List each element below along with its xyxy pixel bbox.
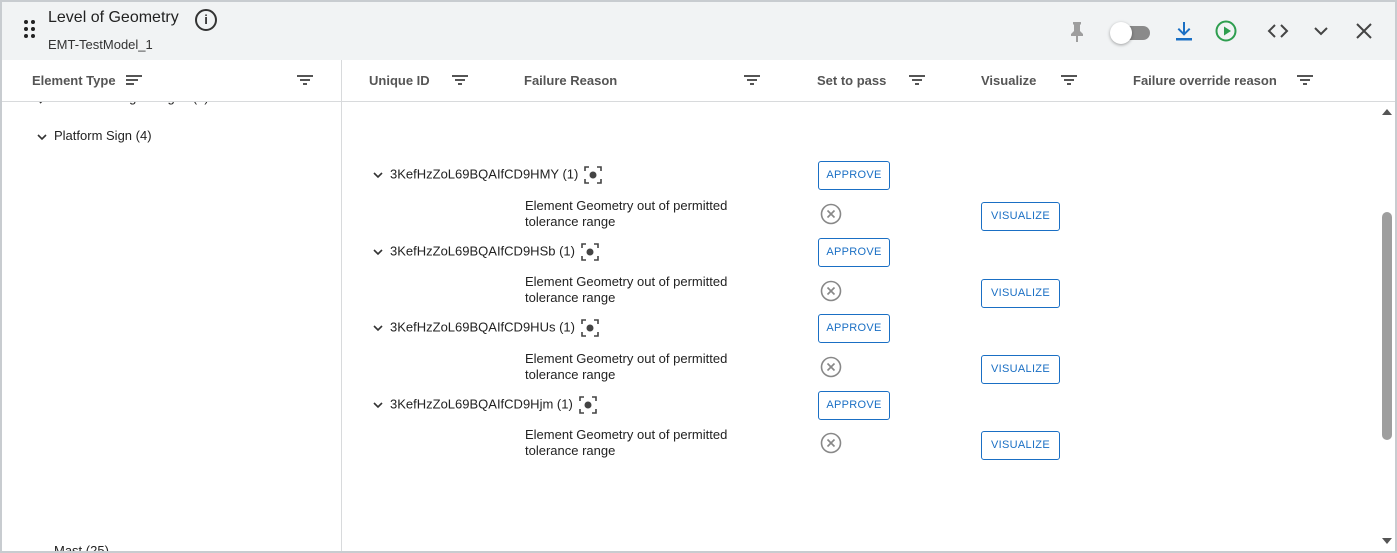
chevron-down-icon[interactable] <box>372 322 384 334</box>
sort-icon[interactable] <box>126 74 142 86</box>
unique-id-group[interactable]: 3KefHzZoL69BQAIfCD9HSb (1) <box>372 243 599 261</box>
info-icon[interactable]: i <box>195 9 217 31</box>
column-visualize[interactable]: Visualize <box>981 73 1036 88</box>
filter-icon[interactable] <box>1297 74 1313 86</box>
unique-id-group[interactable]: 3KefHzZoL69BQAIfCD9HMY (1) <box>372 166 603 184</box>
failure-reason-text: Element Geometry out of permitted tolera… <box>525 274 728 305</box>
download-icon[interactable] <box>1172 19 1196 43</box>
column-divider <box>341 60 342 551</box>
code-icon[interactable] <box>1266 19 1290 43</box>
model-name: EMT-TestModel_1 <box>48 37 153 52</box>
failure-reason-text: Element Geometry out of permitted tolera… <box>525 427 728 458</box>
approve-button[interactable]: APPROVE <box>818 314 890 343</box>
column-element-type[interactable]: Element Type <box>32 73 116 88</box>
close-circle-icon[interactable] <box>820 432 842 454</box>
chevron-down-icon[interactable] <box>372 246 384 258</box>
filter-icon[interactable] <box>297 74 313 86</box>
run-icon[interactable] <box>1214 19 1238 43</box>
column-header-row: Element Type Unique ID Failure Reason Se… <box>2 60 1395 102</box>
close-icon[interactable] <box>1352 19 1376 43</box>
column-set-to-pass[interactable]: Set to pass <box>817 73 886 88</box>
approve-button[interactable]: APPROVE <box>818 391 890 420</box>
filter-icon[interactable] <box>1061 74 1077 86</box>
toggle-switch[interactable] <box>1110 22 1152 44</box>
unique-id-group[interactable]: 3KefHzZoL69BQAIfCD9HUs (1) <box>372 319 599 337</box>
close-circle-icon[interactable] <box>820 356 842 378</box>
scroll-up-icon[interactable] <box>1382 108 1392 116</box>
unique-id-label: 3KefHzZoL69BQAIfCD9HMY (1) <box>390 166 579 182</box>
chevron-down-icon[interactable] <box>372 399 384 411</box>
failure-reason-text: Element Geometry out of permitted tolera… <box>525 351 728 382</box>
panel-header: Level of Geometry i EMT-TestModel_1 <box>2 2 1395 60</box>
column-failure-reason[interactable]: Failure Reason <box>524 73 617 88</box>
approve-button[interactable]: APPROVE <box>818 238 890 267</box>
filter-icon[interactable] <box>452 74 468 86</box>
pin-icon[interactable] <box>1065 19 1089 43</box>
unique-id-group[interactable]: 3KefHzZoL69BQAIfCD9Hjm (1) <box>372 396 597 414</box>
close-circle-icon[interactable] <box>820 280 842 302</box>
level-of-geometry-panel: Level of Geometry i EMT-TestModel_1 Elem… <box>0 0 1397 553</box>
visualize-button[interactable]: VISUALIZE <box>981 202 1060 231</box>
drag-handle-icon[interactable] <box>24 20 38 40</box>
chevron-down-icon <box>37 133 47 140</box>
chevron-down-icon[interactable] <box>372 169 384 181</box>
scroll-down-icon[interactable] <box>1382 537 1392 545</box>
scrollbar-thumb[interactable] <box>1382 212 1392 440</box>
column-unique-id[interactable]: Unique ID <box>369 73 430 88</box>
visualize-button[interactable]: VISUALIZE <box>981 279 1060 308</box>
tree-item-platform-sign[interactable]: Platform Sign (4) <box>36 128 152 143</box>
tree-item-label: Mast (25) <box>54 543 109 553</box>
unique-id-label: 3KefHzZoL69BQAIfCD9Hjm (1) <box>390 396 573 412</box>
visualize-button[interactable]: VISUALIZE <box>981 431 1060 460</box>
focus-icon[interactable] <box>584 166 603 184</box>
focus-icon[interactable] <box>581 319 599 337</box>
tree-item-label: Platform Sign (4) <box>54 128 152 143</box>
visualize-button[interactable]: VISUALIZE <box>981 355 1060 384</box>
chevron-down-icon[interactable] <box>1309 19 1333 43</box>
column-failure-override-reason[interactable]: Failure override reason <box>1133 73 1277 88</box>
focus-icon[interactable] <box>578 396 597 414</box>
filter-icon[interactable] <box>744 74 760 86</box>
focus-icon[interactable] <box>581 243 599 261</box>
unique-id-label: 3KefHzZoL69BQAIfCD9HUs (1) <box>390 319 575 335</box>
unique-id-label: 3KefHzZoL69BQAIfCD9HSb (1) <box>390 243 575 259</box>
close-circle-icon[interactable] <box>820 203 842 225</box>
panel-title: Level of Geometry <box>48 9 179 26</box>
approve-button[interactable]: APPROVE <box>818 161 890 190</box>
failure-reason-text: Element Geometry out of permitted tolera… <box>525 198 728 229</box>
filter-icon[interactable] <box>909 74 925 86</box>
tree-item-partial-bottom[interactable]: Mast (25) <box>36 543 109 553</box>
